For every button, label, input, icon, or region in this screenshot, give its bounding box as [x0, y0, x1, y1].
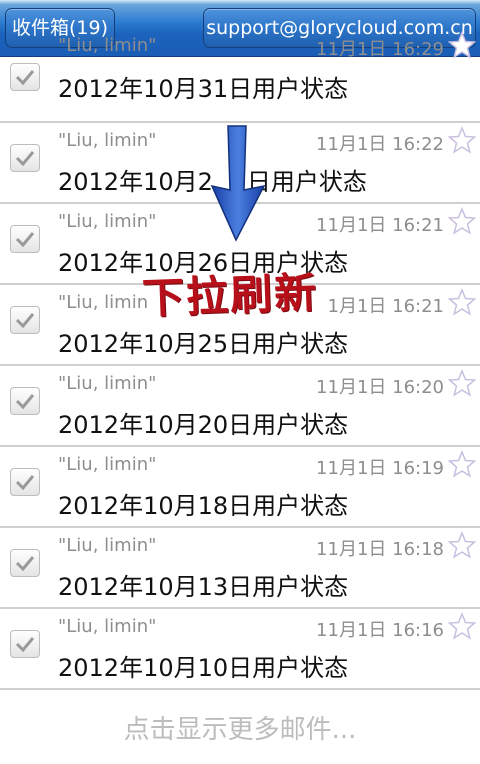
select-checkbox[interactable]	[10, 63, 40, 91]
email-time: 11月1日 16:18	[316, 539, 444, 560]
checkmark-icon	[15, 556, 35, 572]
load-more-button[interactable]: 点击显示更多邮件...	[0, 700, 480, 760]
pull-to-refresh-label: 下拉刷新	[141, 267, 319, 324]
email-subject: 2012年10月18日用户状态	[58, 492, 349, 520]
star-outline-icon[interactable]	[447, 31, 477, 63]
email-subject: 2012年10月13日用户状态	[58, 573, 349, 601]
row-divider	[0, 445, 480, 447]
star-outline-icon[interactable]	[447, 126, 477, 158]
select-checkbox[interactable]	[10, 306, 40, 334]
select-checkbox[interactable]	[10, 468, 40, 496]
email-time: 11月1日 16:21	[316, 215, 444, 236]
email-sender: "Liu, limin"	[58, 130, 157, 151]
checkmark-icon	[15, 151, 35, 167]
star-outline-icon[interactable]	[447, 369, 477, 401]
email-subject: 2012年10月10日用户状态	[58, 654, 349, 682]
email-subject: 2012年10月25日用户状态	[58, 330, 349, 358]
email-time: 11月1日 16:22	[316, 134, 444, 155]
star-outline-icon[interactable]	[447, 612, 477, 644]
checkmark-icon	[15, 313, 35, 329]
email-subject: 2012年10月20日用户状态	[58, 411, 349, 439]
row-divider	[0, 607, 480, 609]
select-checkbox[interactable]	[10, 144, 40, 172]
email-subject: 2012年10月31日用户状态	[58, 75, 349, 103]
checkmark-icon	[15, 475, 35, 491]
email-time: 1月1日 16:21	[327, 296, 445, 317]
down-arrow-icon	[206, 124, 270, 248]
email-time: 11月1日 16:20	[316, 377, 444, 398]
email-sender: "Liu, limin	[58, 292, 149, 313]
email-sender: "Liu, limin"	[58, 35, 157, 56]
email-sender: "Liu, limin"	[58, 373, 157, 394]
email-row[interactable]: "Liu, limin" 11月1日 16:19 2012年10月18日用户状态	[0, 448, 480, 528]
checkmark-icon	[15, 70, 35, 86]
star-outline-icon[interactable]	[447, 531, 477, 563]
checkmark-icon	[15, 637, 35, 653]
email-time: 11月1日 16:29	[316, 39, 444, 60]
email-row[interactable]: "Liu, limin" 11月1日 16:18 2012年10月13日用户状态	[0, 529, 480, 609]
row-divider	[0, 364, 480, 366]
email-sender: "Liu, limin"	[58, 616, 157, 637]
email-sender: "Liu, limin"	[58, 211, 157, 232]
email-row[interactable]: "Liu, limin" 11月1日 16:16 2012年10月10日用户状态	[0, 610, 480, 690]
checkmark-icon	[15, 394, 35, 410]
checkmark-icon	[15, 232, 35, 248]
email-row[interactable]: "Liu, limin" 11月1日 16:29 2012年10月31日用户状态	[0, 31, 480, 123]
row-divider	[0, 121, 480, 123]
select-checkbox[interactable]	[10, 225, 40, 253]
select-checkbox[interactable]	[10, 549, 40, 577]
star-outline-icon[interactable]	[447, 450, 477, 482]
email-sender: "Liu, limin"	[58, 535, 157, 556]
email-sender: "Liu, limin"	[58, 454, 157, 475]
row-divider	[0, 688, 480, 690]
select-checkbox[interactable]	[10, 630, 40, 658]
star-outline-icon[interactable]	[447, 207, 477, 239]
email-row[interactable]: "Liu, limin" 11月1日 16:20 2012年10月20日用户状态	[0, 367, 480, 447]
row-divider	[0, 526, 480, 528]
email-time: 11月1日 16:16	[316, 620, 444, 641]
select-checkbox[interactable]	[10, 387, 40, 415]
email-time: 11月1日 16:19	[316, 458, 444, 479]
star-outline-icon[interactable]	[447, 288, 477, 320]
